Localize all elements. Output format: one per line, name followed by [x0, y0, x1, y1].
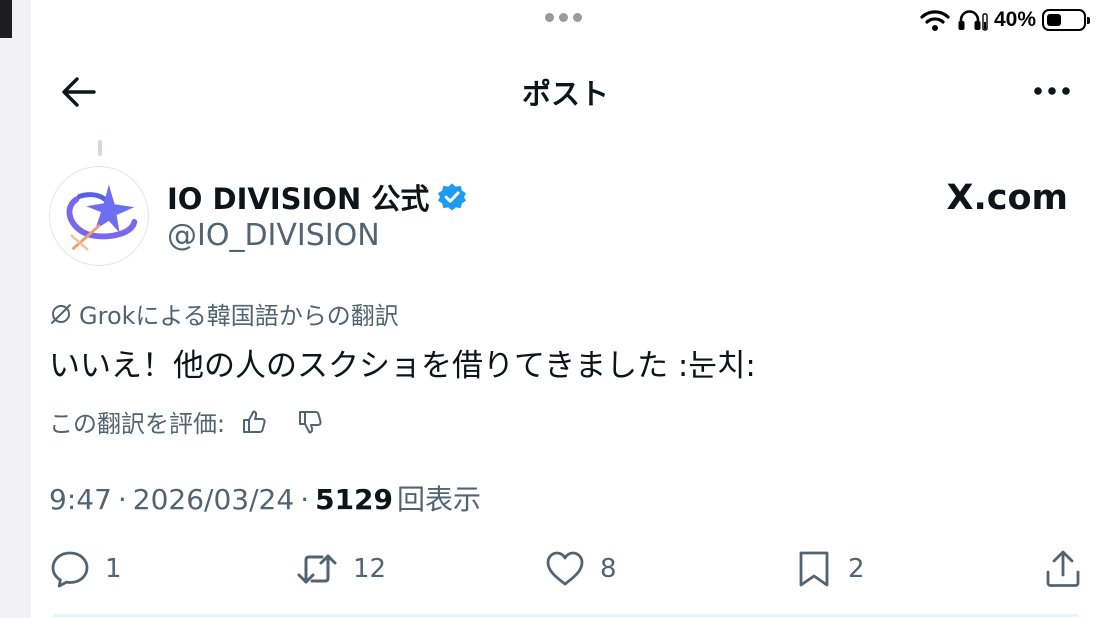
- meta-separator: ·: [117, 483, 127, 516]
- grok-icon: [51, 303, 71, 324]
- verified-badge-icon: [438, 183, 467, 211]
- like-count: 8: [600, 554, 617, 584]
- thumbs-up-button[interactable]: [237, 405, 271, 439]
- bookmark-button[interactable]: 2: [794, 548, 865, 590]
- post-text: いいえ！他の人のスクショを借りてきました :눈치:: [49, 348, 756, 384]
- battery-percentage: 40%: [993, 8, 1036, 31]
- post-screen: 40% ポスト IO DIVISION 公式 @IO_DIVISION X.co…: [31, 0, 1100, 618]
- io-division-logo: [66, 184, 138, 251]
- thumbs-down-button[interactable]: [293, 405, 327, 439]
- bookmark-icon: [799, 551, 829, 587]
- reply-count: 1: [105, 554, 122, 584]
- bookmark-count: 2: [848, 554, 865, 584]
- reply-button[interactable]: 1: [49, 548, 122, 590]
- xcom-watermark: X.com: [946, 178, 1068, 218]
- repost-button[interactable]: 12: [295, 548, 386, 590]
- left-screen-edge: [0, 0, 31, 618]
- thread-connector-line: [98, 140, 102, 156]
- status-bar: 40%: [920, 6, 1090, 34]
- more-icon: [1034, 87, 1070, 95]
- post-metadata: 9:47 · 2026/03/24 · 5129 回表示: [49, 478, 481, 518]
- repost-count: 12: [353, 554, 387, 584]
- translation-label-text: Grokによる韓国語からの翻訳: [79, 302, 399, 330]
- headphones-icon: [958, 10, 988, 31]
- repost-icon: [297, 554, 337, 584]
- translation-source-label: Grokによる韓国語からの翻訳: [49, 296, 399, 331]
- author-handle[interactable]: @IO_DIVISION: [167, 218, 380, 253]
- more-options-button[interactable]: [1030, 75, 1074, 107]
- meta-separator: ·: [300, 483, 310, 516]
- author-display-name[interactable]: IO DIVISION 公式: [167, 176, 467, 218]
- rate-translation-label: この翻訳を評価:: [49, 410, 226, 438]
- multitasking-dots[interactable]: [545, 13, 582, 22]
- views-count: 5129: [315, 483, 394, 516]
- views-label: 回表示: [397, 483, 482, 516]
- like-icon: [546, 551, 584, 586]
- wifi-icon: [920, 10, 950, 31]
- rate-translation-row: この翻訳を評価:: [49, 404, 327, 439]
- reply-icon: [51, 551, 89, 588]
- display-name: IO DIVISION 公式: [167, 182, 430, 216]
- thumbs-down-icon: [299, 410, 322, 433]
- section-divider: [53, 614, 1078, 617]
- page-title: ポスト: [521, 77, 609, 111]
- battery-icon: [1042, 9, 1090, 31]
- xcom-watermark-text: X.com: [946, 178, 1068, 218]
- avatar[interactable]: [49, 166, 149, 266]
- thumbs-up-icon: [243, 410, 266, 433]
- share-icon: [1046, 550, 1080, 587]
- post-date[interactable]: 2026/03/24: [133, 483, 294, 516]
- post-time[interactable]: 9:47: [49, 483, 112, 516]
- like-button[interactable]: 8: [544, 548, 617, 590]
- share-button[interactable]: [1043, 548, 1083, 594]
